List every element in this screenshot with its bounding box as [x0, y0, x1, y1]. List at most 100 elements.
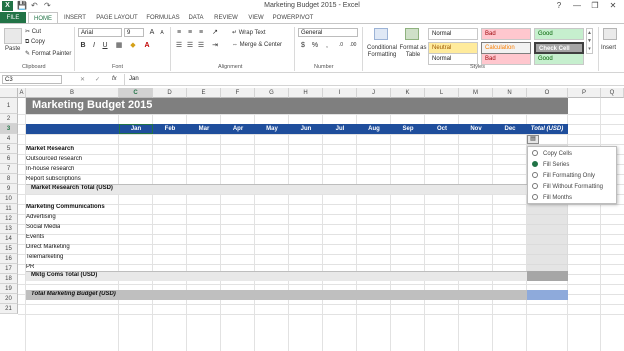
month-header-jan[interactable]: Jan: [119, 126, 153, 132]
row-header-12[interactable]: 12: [0, 214, 18, 224]
row-header-16[interactable]: 16: [0, 254, 18, 264]
row-label[interactable]: Report subscriptions: [26, 176, 81, 182]
column-header-k[interactable]: K: [391, 88, 425, 98]
fill-color-icon[interactable]: ◆: [128, 41, 138, 50]
font-name-select[interactable]: Arial: [78, 28, 122, 37]
column-header-i[interactable]: I: [323, 88, 357, 98]
style-normal-top[interactable]: Normal: [428, 28, 478, 40]
row-header-8[interactable]: 8: [0, 174, 18, 184]
column-header-g[interactable]: G: [255, 88, 289, 98]
row-label[interactable]: Telemarketing: [26, 254, 63, 260]
market-research-total[interactable]: Market Research Total (USD): [31, 185, 113, 191]
row-label[interactable]: Outsourced research: [26, 156, 82, 162]
grow-font-icon[interactable]: A: [147, 28, 157, 37]
column-header-n[interactable]: N: [493, 88, 527, 98]
style-bad-top[interactable]: Bad: [481, 28, 531, 40]
mktg-coms-total[interactable]: Mktg Coms Total (USD): [31, 272, 97, 278]
row-header-20[interactable]: 20: [0, 294, 18, 304]
worksheet-grid[interactable]: ABCDEFGHIJKLMNOPQ 1 2 3 4 5 6 7 8 9 10 11 12 13 14 15 1…: [0, 88, 624, 351]
column-header-q[interactable]: Q: [601, 88, 624, 98]
percent-icon[interactable]: %: [310, 41, 320, 50]
style-calculation[interactable]: Calculation: [481, 42, 531, 54]
format-as-table-icon[interactable]: [405, 28, 419, 40]
styles-scroll-icon[interactable]: ▲ ▼ ▾: [586, 28, 593, 54]
column-header-m[interactable]: M: [459, 88, 493, 98]
number-format-select[interactable]: General: [298, 28, 358, 37]
formula-input[interactable]: Jan: [127, 75, 622, 84]
conditional-formatting-button[interactable]: Conditional Formatting: [365, 45, 399, 59]
align-center-icon[interactable]: ☰: [185, 41, 195, 50]
sheet-title[interactable]: Marketing Budget 2015: [32, 99, 152, 111]
row-header-7[interactable]: 7: [0, 164, 18, 174]
style-good-top[interactable]: Good: [534, 28, 584, 40]
row-header-11[interactable]: 11: [0, 204, 18, 214]
menu-item-fill-without-formatting[interactable]: Fill Without Formatting: [532, 182, 616, 192]
comma-icon[interactable]: ,: [322, 41, 332, 50]
column-header-j[interactable]: J: [357, 88, 391, 98]
column-header-c[interactable]: C: [119, 88, 153, 98]
minimize-button[interactable]: —: [570, 0, 584, 12]
format-as-table-button[interactable]: Format as Table: [398, 45, 428, 59]
row-header-19[interactable]: 19: [0, 284, 18, 294]
wrap-text-button[interactable]: ↵ Wrap Text: [232, 29, 266, 36]
row-header-5[interactable]: 5: [0, 144, 18, 154]
row-label[interactable]: Events: [26, 234, 44, 240]
row-header-9[interactable]: 9: [0, 184, 18, 194]
paste-icon[interactable]: [4, 28, 22, 44]
row-label[interactable]: Advertising: [26, 214, 56, 220]
select-all-button[interactable]: [0, 88, 18, 98]
month-header-dec[interactable]: Dec: [493, 126, 527, 132]
increase-decimal-icon[interactable]: .0: [336, 41, 346, 50]
align-middle-icon[interactable]: ≡: [185, 28, 195, 37]
orientation-icon[interactable]: ↗: [210, 28, 220, 37]
row-header-6[interactable]: 6: [0, 154, 18, 164]
font-size-select[interactable]: 9: [124, 28, 144, 37]
row-header-2[interactable]: 2: [0, 114, 18, 124]
total-header[interactable]: Total (USD): [527, 126, 567, 132]
column-header-f[interactable]: F: [221, 88, 255, 98]
month-header-jul[interactable]: Jul: [323, 126, 357, 132]
insert-cells-icon[interactable]: [603, 28, 617, 40]
format-painter-button[interactable]: ✎ Format Painter: [25, 50, 71, 57]
row-header-13[interactable]: 13: [0, 224, 18, 234]
row-header-18[interactable]: 18: [0, 274, 18, 284]
column-header-l[interactable]: L: [425, 88, 459, 98]
underline-button[interactable]: U: [100, 41, 110, 50]
month-header-feb[interactable]: Feb: [153, 126, 187, 132]
row-header-4[interactable]: 4: [0, 134, 18, 144]
restore-button[interactable]: ❐: [588, 0, 602, 12]
italic-button[interactable]: I: [89, 41, 99, 50]
column-header-p[interactable]: P: [568, 88, 601, 98]
column-header-d[interactable]: D: [153, 88, 187, 98]
row-header-14[interactable]: 14: [0, 234, 18, 244]
month-header-jun[interactable]: Jun: [289, 126, 323, 132]
autofill-options-icon[interactable]: ▤: [527, 135, 539, 144]
column-header-o[interactable]: O: [527, 88, 568, 98]
style-neutral[interactable]: Neutral: [428, 42, 478, 54]
align-top-icon[interactable]: ≡: [174, 28, 184, 37]
shrink-font-icon[interactable]: A: [157, 29, 167, 38]
style-check-cell[interactable]: Check Cell: [534, 42, 584, 54]
copy-button[interactable]: ⧉ Copy: [25, 39, 45, 46]
decrease-decimal-icon[interactable]: .00: [348, 41, 358, 50]
section-marketing-comms[interactable]: Marketing Communications: [26, 204, 105, 210]
paste-button[interactable]: Paste: [5, 46, 20, 52]
row-label[interactable]: Direct Marketing: [26, 244, 70, 250]
column-header-h[interactable]: H: [289, 88, 323, 98]
column-header-a[interactable]: A: [18, 88, 26, 98]
menu-item-fill-months[interactable]: Fill Months: [532, 193, 616, 203]
help-icon[interactable]: ?: [552, 0, 566, 12]
row-header-15[interactable]: 15: [0, 244, 18, 254]
row-header-21[interactable]: 21: [0, 304, 18, 314]
align-right-icon[interactable]: ☰: [196, 41, 206, 50]
section-market-research[interactable]: Market Research: [26, 146, 74, 152]
insert-cells-button[interactable]: Insert: [601, 45, 616, 51]
month-header-oct[interactable]: Oct: [425, 126, 459, 132]
indent-icon[interactable]: ⇥: [210, 41, 220, 50]
row-header-17[interactable]: 17: [0, 264, 18, 274]
row-label[interactable]: PR: [26, 264, 34, 270]
font-color-icon[interactable]: A: [142, 41, 152, 50]
menu-item-fill-series[interactable]: Fill Series: [532, 160, 616, 170]
enter-icon[interactable]: ✓: [95, 76, 100, 83]
currency-icon[interactable]: $: [298, 41, 308, 50]
